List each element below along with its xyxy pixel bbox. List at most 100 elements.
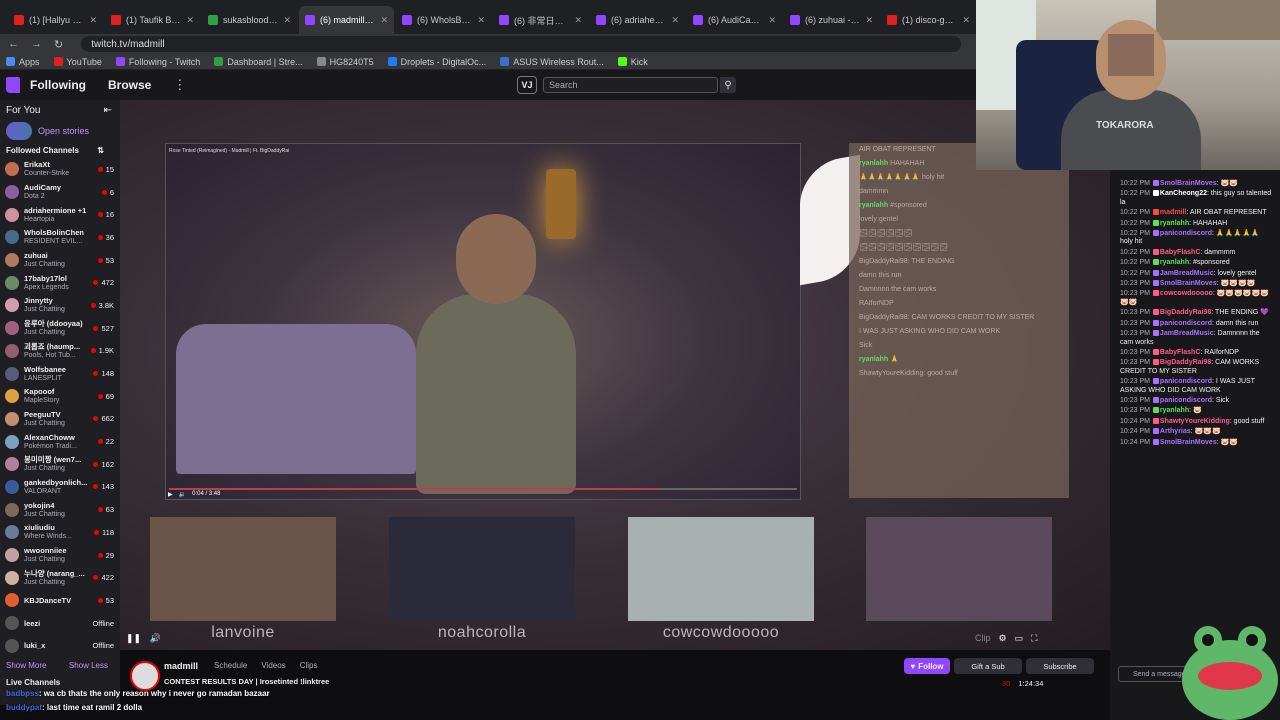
vj-extension-icon[interactable]: VJ — [517, 76, 537, 94]
browser-tab[interactable]: (6) WholsBolinChen - ✕ — [396, 6, 491, 34]
guest-card[interactable] — [866, 517, 1052, 621]
embedded-video[interactable]: Rose Tinted (Reimagined) - Madmill | Ft.… — [165, 143, 801, 500]
sidebar-channel[interactable]: gankedbyonlich... VALORANT 143 — [0, 476, 120, 499]
close-tab-icon[interactable]: ✕ — [671, 15, 679, 26]
sidebar-channel[interactable]: leezi Offline — [0, 612, 120, 635]
sidebar-channel[interactable]: WholsBolinChen RESIDENT EVIL... 36 — [0, 226, 120, 249]
twitch-logo-icon[interactable] — [6, 77, 20, 93]
close-tab-icon[interactable]: ✕ — [574, 15, 582, 26]
guest-card[interactable] — [389, 517, 575, 621]
chat-username[interactable]: ryanlahh — [1160, 259, 1189, 266]
close-tab-icon[interactable]: ✕ — [962, 15, 970, 26]
sidebar-channel[interactable]: 17baby17lol Apex Legends 472 — [0, 271, 120, 294]
video-volume-icon[interactable]: 🔉 — [179, 491, 186, 498]
sidebar-channel[interactable]: adriahermione +1 Heartopia 16 — [0, 203, 120, 226]
browser-tab[interactable]: (6) 非常日记 - Twitch ✕ — [493, 6, 588, 34]
search-input[interactable]: Search — [543, 77, 718, 93]
sidebar-channel[interactable]: 봉미미짱 (wen7... Just Chatting 162 — [0, 453, 120, 476]
browser-tab[interactable]: (6) madmill - Twitch ✕ — [299, 6, 394, 34]
close-tab-icon[interactable]: ✕ — [186, 15, 194, 26]
chat-username[interactable]: BigDaddyRai98 — [1160, 309, 1211, 316]
theater-mode-icon[interactable]: ▭ — [1015, 633, 1024, 644]
channel-name[interactable]: madmill — [164, 661, 198, 671]
sidebar-channel[interactable]: PeeguuTV Just Chatting 662 — [0, 408, 120, 431]
video-play-icon[interactable]: ▶ — [168, 491, 173, 498]
browse-link[interactable]: Browse — [108, 78, 151, 92]
sidebar-channel[interactable]: AudiCamy Dota 2 6 — [0, 181, 120, 204]
sidebar-channel[interactable]: xiuliudiu Where Winds... 118 — [0, 521, 120, 544]
show-less-link[interactable]: Show Less — [69, 661, 108, 670]
more-menu-icon[interactable]: ⋮ — [173, 77, 186, 93]
close-tab-icon[interactable]: ✕ — [865, 15, 873, 26]
fullscreen-icon[interactable]: ⛶ — [1031, 633, 1037, 644]
close-tab-icon[interactable]: ✕ — [283, 15, 291, 26]
sidebar-channel[interactable]: ErikaXt Counter-Strike 15 — [0, 158, 120, 181]
gift-sub-button[interactable]: Gift a Sub — [954, 658, 1022, 674]
sidebar-channel[interactable]: Kapooof MapleStory 69 — [0, 385, 120, 408]
sidebar-channel[interactable]: Jinnytty Just Chatting 3.8K — [0, 294, 120, 317]
chat-username[interactable]: madmill — [1160, 209, 1186, 216]
sidebar-channel[interactable]: zuhuai Just Chatting 53 — [0, 249, 120, 272]
chat-username[interactable]: SmolBrainMoves — [1160, 439, 1217, 446]
clip-button[interactable]: Clip — [975, 633, 991, 644]
close-tab-icon[interactable]: ✕ — [768, 15, 776, 26]
show-more-link[interactable]: Show More — [6, 661, 46, 670]
bookmark-item[interactable]: Apps — [6, 57, 40, 67]
sidebar-channel[interactable]: yokojin4 Just Chatting 63 — [0, 498, 120, 521]
close-tab-icon[interactable]: ✕ — [89, 15, 97, 26]
tab-videos[interactable]: Videos — [261, 661, 285, 670]
url-field[interactable]: twitch.tv/madmill — [81, 36, 962, 52]
close-tab-icon[interactable]: ✕ — [477, 15, 485, 26]
browser-tab[interactable]: (6) zuhuai - Twitch ✕ — [784, 6, 879, 34]
browser-tab[interactable]: (6) adriahermione - Tw ✕ — [590, 6, 685, 34]
bookmark-item[interactable]: HG8240T5 — [316, 57, 374, 67]
sidebar-channel[interactable]: 괴롭죠 (haump... Pools, Hot Tub... 1.9K — [0, 340, 120, 363]
bookmark-item[interactable]: Dashboard | Stre... — [214, 57, 303, 67]
settings-icon[interactable]: ⚙ — [999, 633, 1007, 644]
browser-tab[interactable]: sukasblood Stream - V ✕ — [202, 6, 297, 34]
chat-username[interactable]: panicondiscord — [1160, 320, 1212, 327]
guest-card[interactable] — [628, 517, 814, 621]
sidebar-channel[interactable]: 누나양 (narang_... Just Chatting 422 — [0, 566, 120, 589]
bookmark-item[interactable]: Droplets - DigitalOc... — [387, 57, 486, 67]
chat-username[interactable]: SmolBrainMoves — [1160, 180, 1217, 187]
sort-icon[interactable]: ⇅ — [97, 146, 104, 155]
back-icon[interactable]: ← — [8, 38, 19, 50]
sidebar-channel[interactable]: luki_x Offline — [0, 634, 120, 657]
sidebar-channel[interactable]: AlexanChoww Pokémon Tradi... 22 — [0, 430, 120, 453]
reload-icon[interactable]: ↻ — [54, 38, 63, 51]
search-icon[interactable]: ⚲ — [720, 77, 736, 93]
sidebar-channel[interactable]: 윤루아 (ddooyaa) Just Chatting 527 — [0, 317, 120, 340]
tab-schedule[interactable]: Schedule — [214, 661, 247, 670]
tab-clips[interactable]: Clips — [300, 661, 318, 670]
volume-icon[interactable]: 🔊 — [150, 633, 161, 643]
chat-username[interactable]: BigDaddyRai98 — [1160, 359, 1211, 366]
channel-avatar[interactable] — [130, 661, 160, 691]
chat-username[interactable]: panicondiscord — [1160, 397, 1212, 404]
chat-username[interactable]: KanCheong22 — [1160, 190, 1207, 197]
collapse-sidebar-icon[interactable]: ⇤ — [104, 105, 112, 116]
chat-username[interactable]: Arthyrias — [1160, 428, 1191, 435]
sidebar-channel[interactable]: KBJDanceTV 53 — [0, 589, 120, 612]
subscribe-button[interactable]: Subscribe — [1026, 658, 1094, 674]
sidebar-channel[interactable]: wwoonniiee Just Chatting 29 — [0, 544, 120, 567]
chat-username[interactable]: BabyFlashC — [1160, 349, 1200, 356]
chat-username[interactable]: panicondiscord — [1160, 230, 1212, 237]
chat-username[interactable]: cowcowdooooo — [1160, 290, 1213, 297]
pause-icon[interactable]: ❚❚ — [126, 633, 141, 643]
chat-username[interactable]: ryanlahh — [1160, 220, 1189, 227]
chat-username[interactable]: panicondiscord — [1160, 378, 1212, 385]
browser-tab[interactable]: (1) disco-god is a girl ✕ — [881, 6, 976, 34]
bookmark-item[interactable]: Kick — [617, 57, 648, 67]
follow-button[interactable]: ♥ Follow — [904, 658, 950, 674]
guest-card[interactable] — [150, 517, 336, 621]
chat-username[interactable]: BabyFlashC — [1160, 249, 1200, 256]
chat-username[interactable]: ryanlahh — [1160, 407, 1189, 414]
chat-username[interactable]: JamBreadMusic — [1160, 270, 1214, 277]
close-tab-icon[interactable]: ✕ — [380, 15, 388, 26]
following-link[interactable]: Following — [30, 78, 86, 92]
forward-icon[interactable]: → — [31, 38, 42, 50]
browser-tab[interactable]: (1) Taufik Batisah - I D ✕ — [105, 6, 200, 34]
open-stories[interactable]: Open stories — [0, 120, 120, 142]
sidebar-channel[interactable]: Wolfsbanee LANESPLIT 148 — [0, 362, 120, 385]
